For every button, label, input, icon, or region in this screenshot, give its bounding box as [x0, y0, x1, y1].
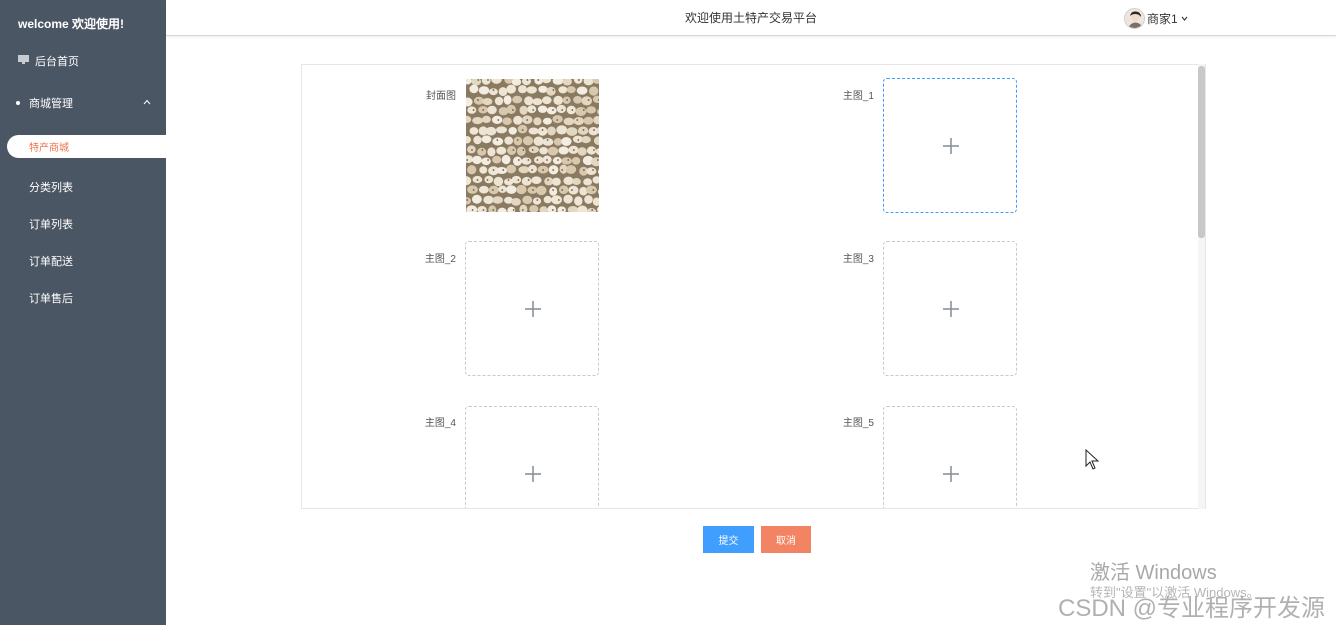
brand-title: welcome 欢迎使用! — [18, 17, 125, 31]
sidebar-item-label: 特产商城 — [29, 143, 69, 154]
user-menu[interactable]: 商家1 — [1124, 7, 1188, 29]
upload-main-4[interactable] — [465, 406, 599, 508]
sidebar-item-after-sales[interactable]: 订单售后 — [0, 282, 166, 314]
sidebar: welcome 欢迎使用! 后台首页 商城管理 特产商城 分类列表 订单列表 订… — [0, 0, 166, 625]
plus-icon — [943, 138, 959, 154]
avatar-image — [1125, 8, 1144, 28]
sidebar-item-specialty-mall[interactable]: 特产商城 — [7, 135, 166, 158]
field-label-cover: 封面图 — [426, 91, 456, 102]
sidebar-item-label: 订单列表 — [29, 219, 73, 231]
windows-activation-title: 激活 Windows — [1090, 562, 1217, 584]
dot-icon — [16, 101, 20, 105]
sidebar-item-home[interactable]: 后台首页 — [0, 45, 166, 77]
mouse-cursor-icon — [1085, 449, 1099, 470]
field-label-main-4: 主图_4 — [424, 418, 456, 429]
chevron-up-icon — [143, 99, 151, 105]
form-scrollbar[interactable] — [1198, 64, 1205, 509]
plus-icon — [943, 466, 959, 482]
upload-main-3[interactable] — [883, 241, 1017, 376]
upload-main-1[interactable] — [883, 78, 1017, 213]
scrollbar-thumb[interactable] — [1198, 66, 1205, 238]
coix-seed-photo — [466, 79, 599, 212]
submit-button[interactable]: 提交 — [703, 526, 754, 553]
chevron-down-icon — [1181, 16, 1188, 21]
sidebar-item-mall-management[interactable]: 商城管理 — [0, 87, 166, 119]
field-label-main-1: 主图_1 — [842, 91, 874, 102]
sidebar-item-label: 商城管理 — [29, 98, 73, 110]
csdn-watermark: CSDN @专业程序开发源 — [1058, 595, 1326, 622]
sidebar-item-order-list[interactable]: 订单列表 — [0, 208, 166, 240]
plus-icon — [525, 301, 541, 317]
upload-form-panel: 封面图 主图_1 主图_2 主图_3 主图_4 主图_5 — [301, 64, 1206, 509]
avatar — [1124, 7, 1145, 29]
user-name: 商家1 — [1147, 11, 1178, 26]
sidebar-item-label: 订单售后 — [29, 293, 73, 305]
field-label-main-3: 主图_3 — [842, 254, 874, 265]
field-label-main-5: 主图_5 — [842, 418, 874, 429]
upload-main-2[interactable] — [465, 241, 599, 376]
cover-image[interactable] — [466, 79, 599, 212]
plus-icon — [525, 466, 541, 482]
cancel-button[interactable]: 取消 — [761, 526, 811, 553]
field-label-main-2: 主图_2 — [424, 254, 456, 265]
sidebar-item-label: 分类列表 — [29, 182, 73, 194]
sidebar-item-order-delivery[interactable]: 订单配送 — [0, 245, 166, 277]
sidebar-item-label: 订单配送 — [29, 256, 73, 268]
upload-main-5[interactable] — [883, 406, 1017, 508]
sidebar-item-category-list[interactable]: 分类列表 — [0, 171, 166, 203]
plus-icon — [943, 301, 959, 317]
sidebar-item-label: 后台首页 — [35, 56, 79, 68]
top-header: 欢迎使用土特产交易平台 商家1 — [166, 0, 1336, 36]
monitor-icon — [18, 55, 29, 64]
